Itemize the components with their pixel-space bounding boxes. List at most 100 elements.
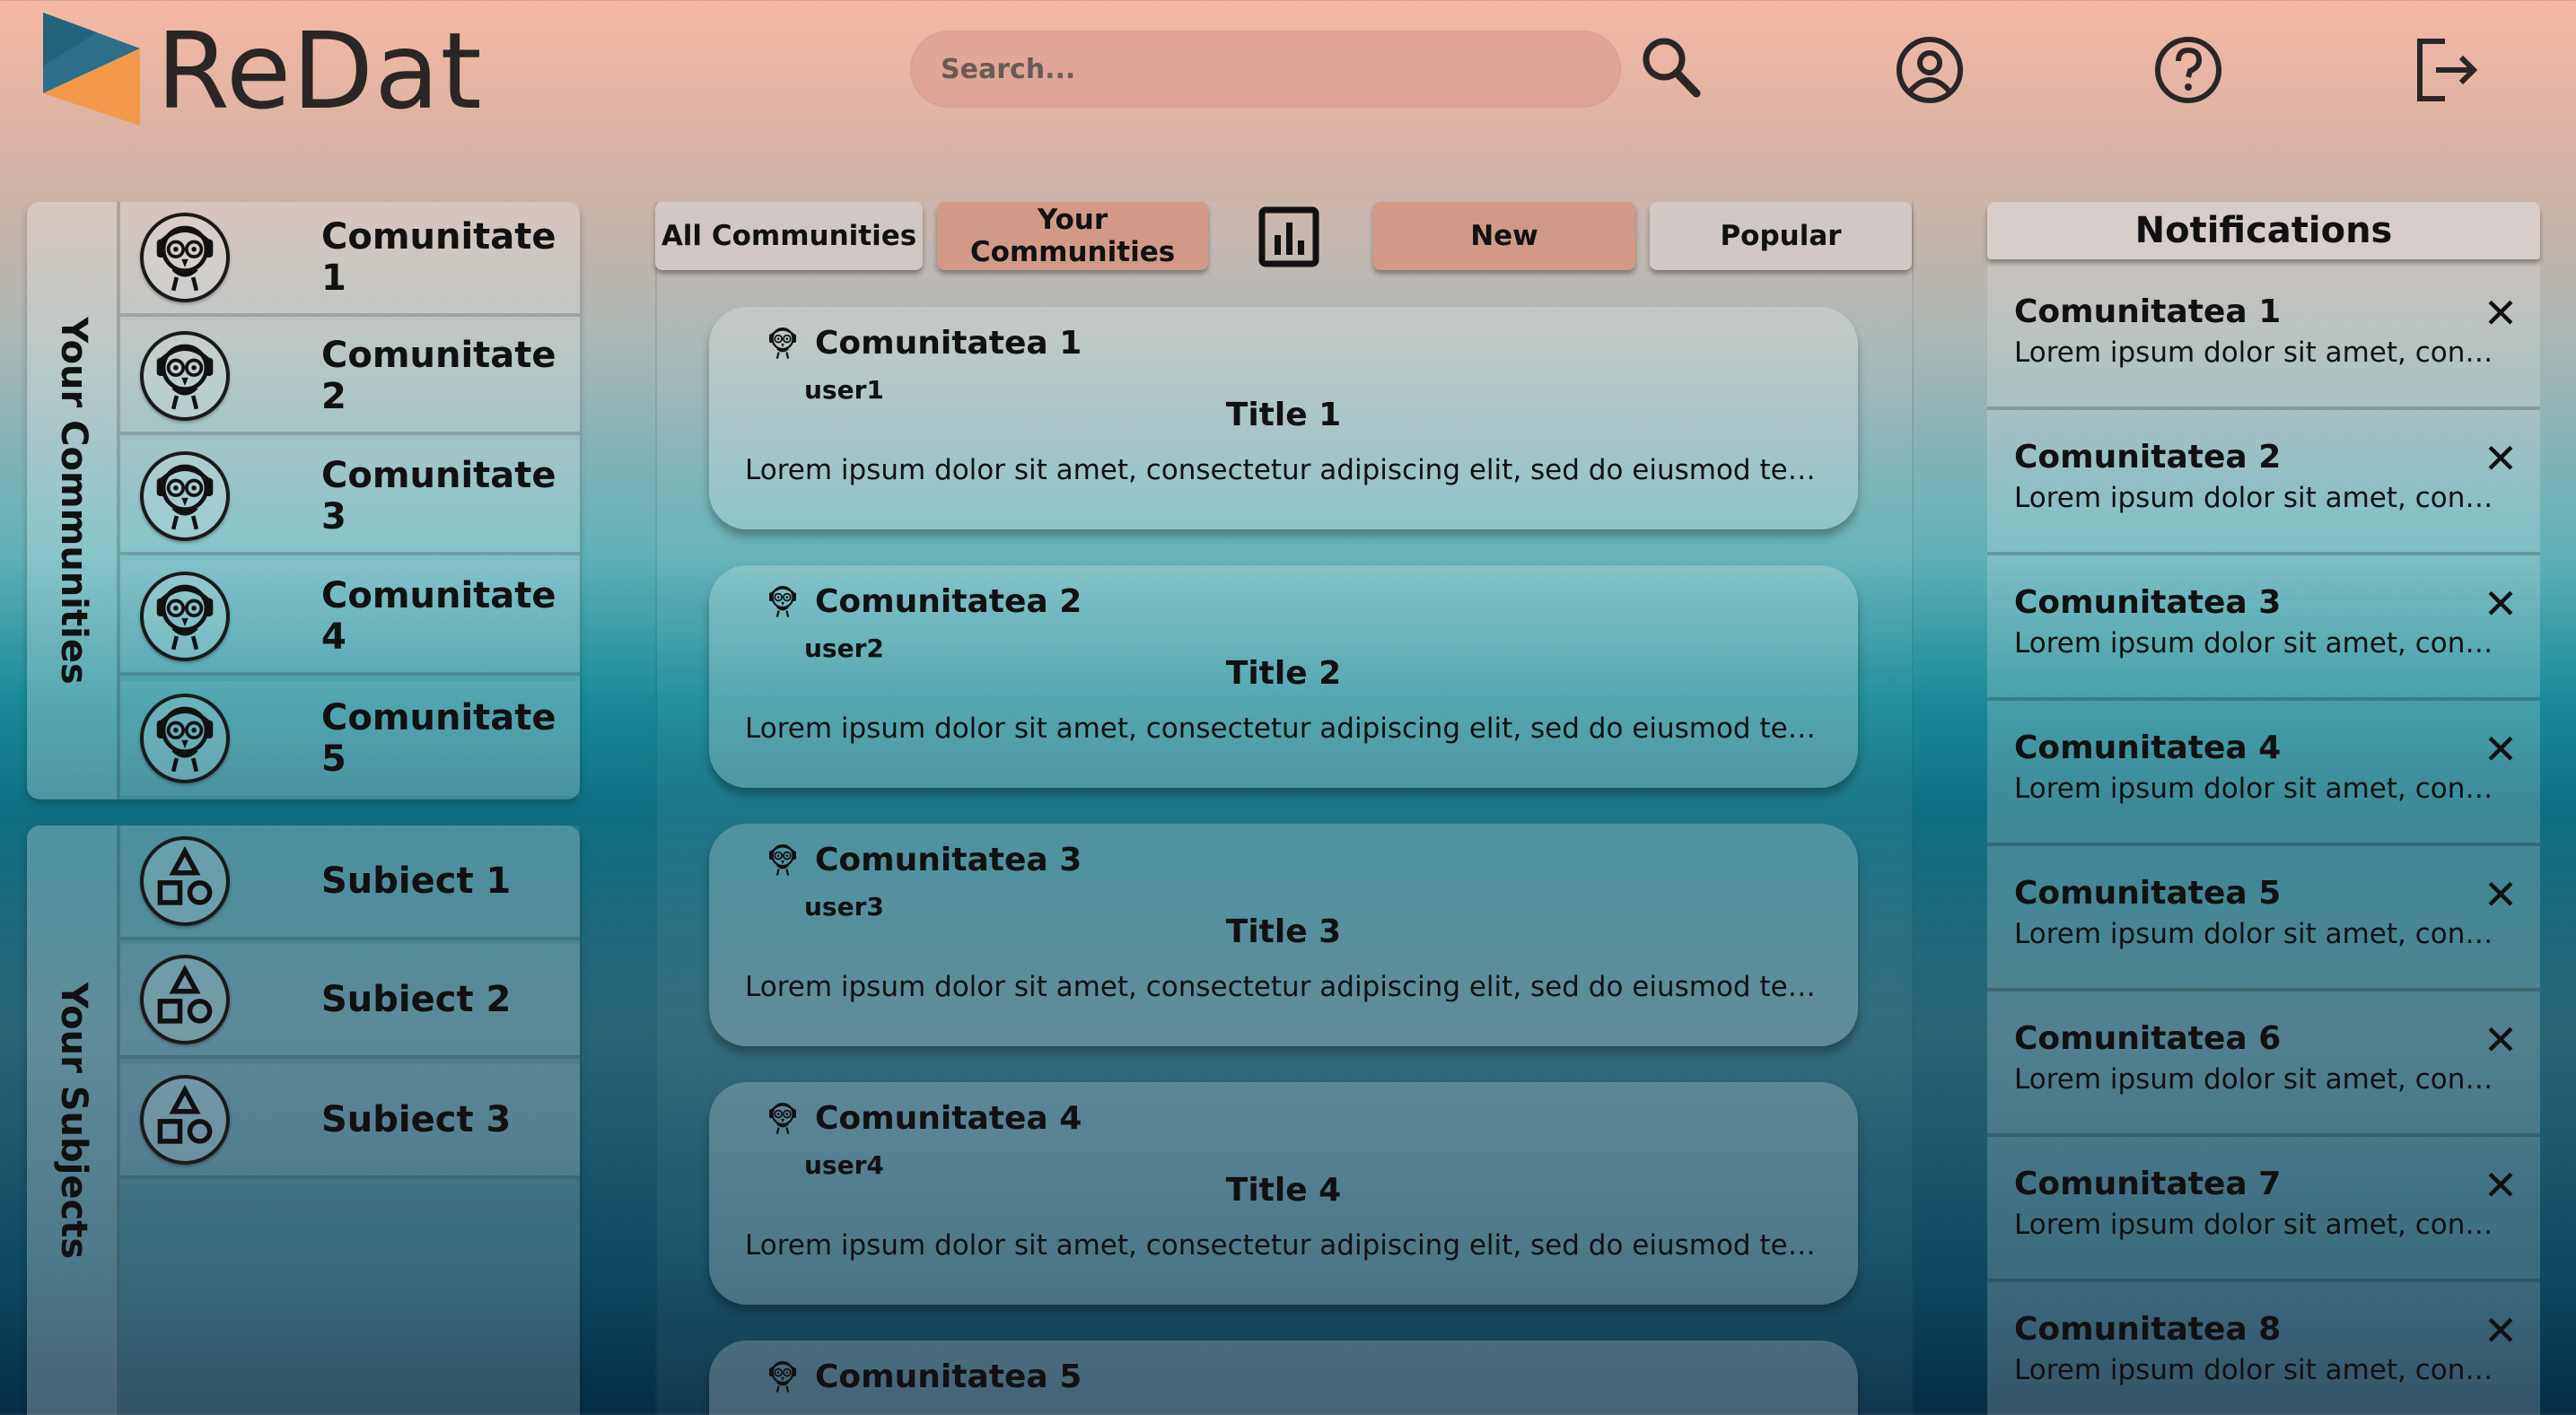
community-avatar-icon — [763, 840, 802, 879]
notification-title: Comunitatea 1 — [2014, 293, 2282, 330]
sort-popular-button[interactable]: Popular — [1650, 202, 1912, 270]
sidebar-item-label: Subiect 1 — [321, 860, 512, 902]
close-icon[interactable]: ✕ — [2474, 868, 2528, 921]
post-title: Title 2 — [1225, 655, 1342, 692]
your-communities-panel: Your Communities Comunitate 1 Comunitate… — [27, 202, 580, 799]
post-community[interactable]: Comunitatea 1 — [815, 323, 1082, 364]
close-icon[interactable]: ✕ — [2474, 432, 2528, 485]
user-profile-icon — [1897, 37, 1963, 103]
tab-your-communities[interactable]: Your Communities — [937, 202, 1208, 270]
post-card[interactable]: Comunitatea 1 user1 Title 1 Lorem ipsum … — [709, 307, 1858, 529]
sidebar-item-subject-2[interactable]: Subiect 2 — [120, 944, 580, 1059]
profile-button[interactable] — [1892, 32, 1967, 108]
post-body: Lorem ipsum dolor sit amet, consectetur … — [745, 454, 1822, 486]
post-community[interactable]: Comunitatea 2 — [815, 581, 1082, 623]
statistics-button[interactable] — [1257, 205, 1321, 269]
sidebar-item-subject-1[interactable]: Subiect 1 — [120, 825, 580, 940]
logout-icon — [2417, 39, 2478, 101]
notification-item[interactable]: Comunitatea 7 Lorem ipsum dolor sit amet… — [1987, 1137, 2540, 1282]
post-body: Lorem ipsum dolor sit amet, consectetur … — [745, 971, 1822, 1003]
your-subjects-header: Your Subjects — [27, 825, 120, 1415]
notification-item[interactable]: Comunitatea 6 Lorem ipsum dolor sit amet… — [1987, 991, 2540, 1137]
sort-new-button[interactable]: New — [1373, 202, 1635, 270]
sidebar-item-community-5[interactable]: Comunitate 5 — [120, 681, 580, 796]
sidebar-item-community-2[interactable]: Comunitate 2 — [120, 320, 580, 435]
community-avatar-icon — [140, 331, 230, 421]
subject-shapes-icon — [140, 836, 230, 926]
close-icon[interactable]: ✕ — [2474, 1304, 2528, 1358]
post-community[interactable]: Comunitatea 3 — [815, 840, 1082, 881]
sidebar-item-community-1[interactable]: Comunitate 1 — [120, 202, 580, 317]
post-title: Title 1 — [1225, 397, 1342, 433]
close-icon[interactable]: ✕ — [2474, 286, 2528, 340]
notification-body: Lorem ipsum dolor sit amet, conse... — [2014, 627, 2499, 659]
post-title: Title 3 — [1225, 913, 1342, 950]
post-community[interactable]: Comunitatea 4 — [815, 1098, 1082, 1140]
logout-button[interactable] — [2409, 32, 2484, 108]
sidebar-item-label: Comunitate 3 — [321, 455, 556, 537]
community-avatar-icon — [140, 572, 230, 661]
post-card[interactable]: Comunitatea 4 user4 Title 4 Lorem ipsum … — [709, 1082, 1858, 1305]
post-title: Title 4 — [1225, 1172, 1342, 1209]
subject-shapes-icon — [140, 1075, 230, 1165]
sidebar-item-label: Comunitate 2 — [321, 335, 556, 417]
post-card[interactable]: Comunitatea 5 — [709, 1341, 1858, 1415]
search-input[interactable] — [910, 31, 1621, 108]
close-icon[interactable]: ✕ — [2474, 722, 2528, 776]
notification-title: Comunitatea 6 — [2014, 1020, 2282, 1057]
app-name: ReDat — [156, 9, 483, 133]
bar-chart-icon — [1258, 206, 1319, 267]
subject-shapes-icon — [140, 955, 230, 1044]
notification-body: Lorem ipsum dolor sit amet, conse... — [2014, 773, 2499, 805]
notification-body: Lorem ipsum dolor sit amet, conse... — [2014, 1063, 2499, 1096]
your-subjects-label: Your Subjects — [53, 982, 94, 1259]
logo-mark-icon — [43, 13, 140, 126]
your-subjects-panel: Your Subjects Subiect 1 Subiect 2 Subiec… — [27, 825, 580, 1415]
notification-item[interactable]: Comunitatea 8 Lorem ipsum dolor sit amet… — [1987, 1282, 2540, 1415]
tab-all-communities[interactable]: All Communities — [655, 202, 923, 270]
community-avatar-icon — [763, 1357, 802, 1396]
app-logo[interactable]: ReDat — [43, 13, 482, 129]
help-button[interactable] — [2151, 32, 2226, 108]
sidebar-item-community-3[interactable]: Comunitate 3 — [120, 441, 580, 555]
close-icon[interactable]: ✕ — [2474, 1158, 2528, 1212]
sidebar-item-label: Comunitate 1 — [321, 216, 556, 299]
notification-body: Lorem ipsum dolor sit amet, conse... — [2014, 1354, 2499, 1386]
notification-item[interactable]: Comunitatea 5 Lorem ipsum dolor sit amet… — [1987, 846, 2540, 991]
search-icon — [1643, 38, 1701, 98]
notification-item[interactable]: Comunitatea 1 Lorem ipsum dolor sit amet… — [1987, 265, 2540, 410]
notification-body: Lorem ipsum dolor sit amet, conse... — [2014, 918, 2499, 950]
post-card[interactable]: Comunitatea 2 user2 Title 2 Lorem ipsum … — [709, 565, 1858, 788]
notification-title: Comunitatea 2 — [2014, 439, 2282, 476]
sidebar-item-label: Comunitate 5 — [321, 697, 556, 780]
your-communities-label: Your Communities — [53, 317, 94, 685]
close-icon[interactable]: ✕ — [2474, 577, 2528, 631]
sidebar-item-community-4[interactable]: Comunitate 4 — [120, 561, 580, 676]
notification-body: Lorem ipsum dolor sit amet, conse... — [2014, 1209, 2499, 1241]
close-icon[interactable]: ✕ — [2474, 1013, 2528, 1067]
notifications-title: Notifications — [1987, 202, 2540, 259]
notification-title: Comunitatea 5 — [2014, 875, 2282, 912]
community-avatar-icon — [763, 581, 802, 621]
sidebar-item-label: Subiect 2 — [321, 979, 512, 1020]
notification-item[interactable]: Comunitatea 2 Lorem ipsum dolor sit amet… — [1987, 410, 2540, 555]
community-avatar-icon — [140, 451, 230, 541]
post-card[interactable]: Comunitatea 3 user3 Title 3 Lorem ipsum … — [709, 824, 1858, 1046]
community-avatar-icon — [763, 323, 802, 362]
help-icon — [2155, 37, 2221, 103]
sidebar-item-label: Subiect 3 — [321, 1099, 512, 1140]
sidebar-item-subject-3[interactable]: Subiect 3 — [120, 1064, 580, 1179]
notification-title: Comunitatea 4 — [2014, 729, 2282, 766]
notification-title: Comunitatea 8 — [2014, 1311, 2282, 1348]
your-communities-header: Your Communities — [27, 202, 120, 799]
post-body: Lorem ipsum dolor sit amet, consectetur … — [745, 712, 1822, 745]
notification-title: Comunitatea 7 — [2014, 1166, 2282, 1202]
community-avatar-icon — [763, 1098, 802, 1138]
post-community[interactable]: Comunitatea 5 — [815, 1357, 1082, 1398]
search-button[interactable] — [1634, 31, 1709, 106]
sidebar-item-label: Comunitate 4 — [321, 575, 556, 658]
notification-item[interactable]: Comunitatea 3 Lorem ipsum dolor sit amet… — [1987, 555, 2540, 701]
notification-item[interactable]: Comunitatea 4 Lorem ipsum dolor sit amet… — [1987, 701, 2540, 846]
community-avatar-icon — [140, 694, 230, 783]
notifications-panel: Notifications Comunitatea 1 Lorem ipsum … — [1987, 202, 2540, 1415]
